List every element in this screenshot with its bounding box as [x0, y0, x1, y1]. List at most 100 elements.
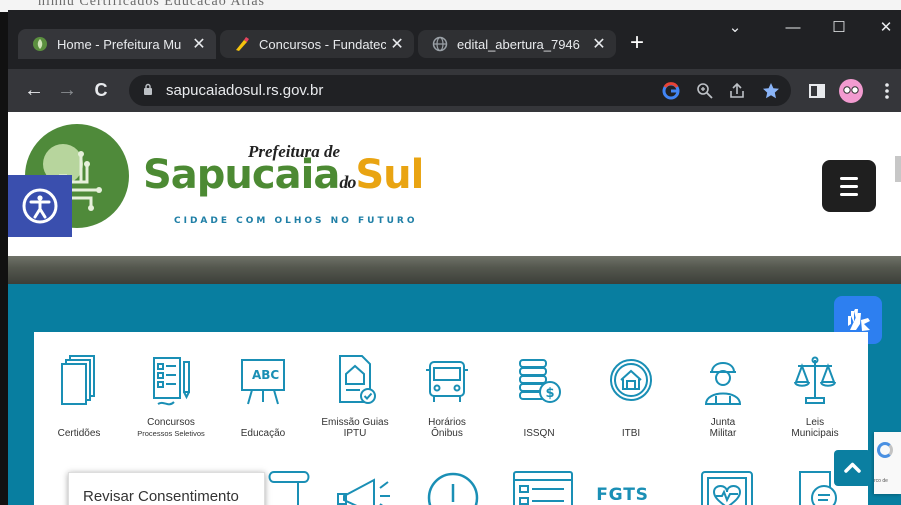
- scrollbar-thumb[interactable]: [895, 156, 901, 182]
- close-icon[interactable]: ✕: [386, 34, 408, 54]
- form-pencil-icon: [153, 357, 190, 406]
- forward-button[interactable]: →: [54, 77, 80, 103]
- service-label: Junta Militar: [678, 417, 768, 439]
- share-icon[interactable]: [727, 81, 747, 101]
- form-window-icon[interactable]: [508, 468, 578, 505]
- service-label: Leis Municipais: [770, 417, 860, 439]
- menu-bar-icon: [840, 192, 858, 196]
- recaptcha-text: rco de: [874, 478, 888, 484]
- tab-title: Home - Prefeitura Mu: [57, 36, 182, 52]
- review-consent-button[interactable]: Revisar Consentimento: [68, 472, 265, 505]
- google-icon[interactable]: [661, 81, 681, 101]
- svg-text:ABC: ABC: [252, 368, 279, 382]
- tab-strip: Home - Prefeitura Mu ✕ Concursos - Funda…: [8, 10, 901, 69]
- browser-window: Home - Prefeitura Mu ✕ Concursos - Funda…: [8, 10, 901, 505]
- tab-edital[interactable]: edital_abertura_7946 ✕: [418, 30, 616, 58]
- new-tab-button[interactable]: +: [624, 31, 650, 57]
- fgts-logo-icon[interactable]: FGTS: [590, 468, 660, 505]
- service-label: Horários Ônibus: [402, 417, 492, 439]
- service-label-main: Horários: [428, 417, 466, 428]
- back-to-top-button[interactable]: [834, 450, 871, 486]
- zoom-icon[interactable]: [695, 81, 715, 101]
- side-panel-icon[interactable]: [806, 80, 828, 102]
- fundatec-pen-icon: [236, 37, 249, 51]
- accessibility-button[interactable]: [8, 175, 72, 237]
- coins-stack-icon: $: [519, 359, 561, 403]
- service-concursos[interactable]: Concursos Processos Seletivos: [126, 332, 216, 447]
- bus-icon: [426, 361, 468, 402]
- tab-prefeitura[interactable]: Home - Prefeitura Mu ✕: [18, 29, 216, 59]
- lock-icon: [144, 83, 152, 95]
- svg-text:$: $: [546, 386, 555, 401]
- scales-icon: [794, 356, 836, 404]
- logo-tagline: CIDADE COM OLHOS NO FUTURO: [174, 216, 418, 226]
- documents-stack-icon: [61, 355, 95, 405]
- stone-banner: [8, 256, 901, 284]
- service-leis-municipais[interactable]: Leis Municipais: [770, 332, 860, 447]
- service-label: Educação: [240, 428, 286, 439]
- service-label-main: Junta: [710, 417, 736, 428]
- bookmark-star-icon[interactable]: [761, 81, 781, 101]
- accessibility-icon: [22, 188, 58, 224]
- back-button[interactable]: ←: [21, 77, 47, 103]
- close-icon[interactable]: ✕: [588, 34, 610, 54]
- menu-bar-icon: [840, 184, 858, 188]
- service-label: ISSQN: [523, 428, 555, 439]
- minimize-button[interactable]: —: [770, 10, 816, 46]
- service-label: ITBI: [621, 428, 641, 439]
- logo-sul: Sul: [355, 152, 424, 198]
- recaptcha-icon: [877, 442, 893, 458]
- service-label-sub: Militar: [709, 428, 737, 439]
- web-page: Prefeitura de SapucaiadoSul CIDADE COM O…: [8, 112, 901, 505]
- globe-icon: [432, 36, 448, 52]
- house-circle-icon: [610, 359, 652, 401]
- url-text[interactable]: sapucaiadosul.rs.gov.br: [166, 82, 323, 99]
- site-logo[interactable]: SapucaiadoSul: [143, 152, 424, 198]
- heart-monitor-icon[interactable]: [692, 468, 762, 505]
- service-itbi[interactable]: ITBI: [586, 332, 676, 447]
- address-bar[interactable]: sapucaiadosul.rs.gov.br: [129, 75, 791, 106]
- service-educacao[interactable]: ABC Educação: [218, 332, 308, 447]
- service-horarios-onibus[interactable]: Horários Ônibus: [402, 332, 492, 447]
- service-label-sub: IPTU: [343, 428, 367, 439]
- alert-circle-icon[interactable]: [418, 468, 488, 505]
- menu-dots-icon[interactable]: [876, 80, 898, 102]
- browser-toolbar: ← → C sapucaiadosul.rs.gov.br: [8, 69, 901, 112]
- tab-title: Concursos - Fundatec: [259, 36, 387, 52]
- service-label: Certidões: [57, 428, 101, 439]
- reload-button[interactable]: C: [88, 77, 114, 103]
- soldier-icon: [704, 362, 742, 405]
- menu-bar-icon: [840, 176, 858, 180]
- service-label-sub: Ônibus: [431, 428, 463, 439]
- service-label-sub: Municipais: [791, 428, 839, 439]
- service-label-main: Emissão Guias: [321, 417, 389, 428]
- service-certidoes[interactable]: Certidões: [34, 332, 124, 447]
- service-emissao-guias[interactable]: Emissão Guias IPTU: [310, 332, 400, 447]
- logo-do: do: [339, 172, 356, 192]
- service-label-main: Leis: [805, 417, 825, 428]
- maximize-button[interactable]: ☐: [816, 10, 862, 46]
- service-issqn[interactable]: $ ISSQN: [494, 332, 584, 447]
- service-label-sub: Processos Seletivos: [137, 429, 205, 438]
- profile-avatar-icon[interactable]: [838, 78, 864, 104]
- prefeitura-leaf-icon: [33, 37, 47, 51]
- hamburger-menu-button[interactable]: [822, 160, 876, 212]
- service-label-main: Concursos: [147, 417, 195, 428]
- tab-fundatec[interactable]: Concursos - Fundatec ✕: [220, 30, 414, 58]
- svg-text:FGTS: FGTS: [596, 485, 649, 505]
- megaphone-icon[interactable]: [334, 468, 404, 505]
- service-junta-militar[interactable]: Junta Militar: [678, 332, 768, 447]
- close-window-button[interactable]: ✕: [863, 10, 901, 46]
- tab-search-button[interactable]: ⌄: [712, 10, 758, 46]
- recaptcha-badge[interactable]: rco de: [874, 432, 901, 494]
- logo-sapucaia: Sapucaia: [143, 152, 340, 198]
- tab-title: edital_abertura_7946: [457, 36, 580, 52]
- chevron-up-icon: [844, 462, 861, 473]
- background-text: ninnu Certificados Educacao Atlas: [38, 0, 265, 9]
- service-label: Emissão Guias IPTU: [310, 417, 400, 439]
- service-label: Concursos Processos Seletivos: [126, 417, 216, 439]
- close-icon[interactable]: ✕: [188, 34, 210, 54]
- site-header: Prefeitura de SapucaiadoSul CIDADE COM O…: [8, 112, 901, 256]
- chalkboard-abc-icon: ABC: [241, 359, 285, 405]
- house-document-icon: [339, 355, 376, 404]
